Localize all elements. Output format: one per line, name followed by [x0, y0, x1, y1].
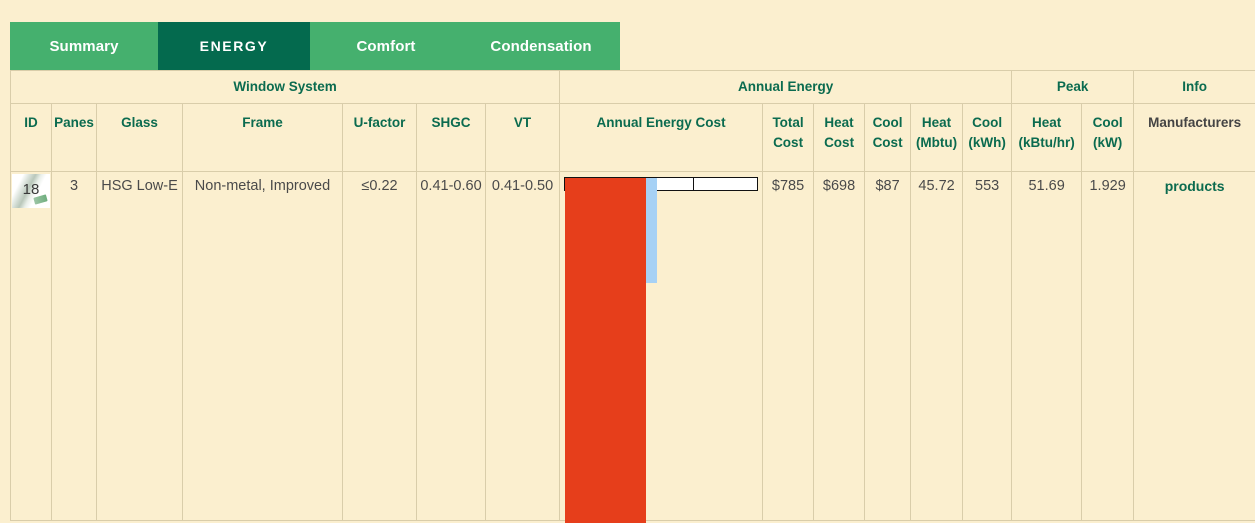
column-header-vt-label: VT [486, 113, 559, 133]
cell-heat-cost: $698 [814, 172, 865, 521]
cell-shgc-value: 0.41-0.60 [417, 172, 485, 194]
column-header-heat-cost-sub: Cost [814, 133, 864, 153]
column-header-glass[interactable]: Glass [97, 104, 183, 172]
window-profile-thumbnail-icon: 18 [12, 174, 50, 208]
cell-frame-value: Non-metal, Improved [183, 172, 342, 194]
tab-condensation[interactable]: Condensation [462, 22, 620, 70]
cell-u-factor: ≤0.22 [343, 172, 417, 521]
column-header-manufacturers[interactable]: Manufacturers [1134, 104, 1255, 172]
column-header-peak-heat[interactable]: Heat (kBtu/hr) [1012, 104, 1082, 172]
column-header-peak-cool-label: Cool [1082, 113, 1133, 133]
column-header-id[interactable]: ID [11, 104, 52, 172]
window-id-number: 18 [12, 181, 50, 198]
group-header-info: Info [1134, 71, 1255, 104]
column-header-total-cost-label: Total [763, 113, 813, 133]
cell-glass-value: HSG Low-E [97, 172, 182, 194]
group-header-row: Window System Annual Energy Peak Info [11, 71, 1255, 104]
tab-summary-label: Summary [49, 38, 118, 55]
cell-glass: HSG Low-E [97, 172, 183, 521]
cell-total-cost: $785 [763, 172, 814, 521]
bar-segment-cool-cost [646, 178, 657, 283]
column-header-row: ID Panes Glass Frame U-factor SHGC VT An… [11, 104, 1255, 172]
column-header-panes[interactable]: Panes [52, 104, 97, 172]
cell-heat-mbtu: 45.72 [911, 172, 963, 521]
column-header-cool-kwh-sub: (kWh) [963, 133, 1011, 153]
group-header-annual-energy: Annual Energy [560, 71, 1012, 104]
column-header-cool-kwh-label: Cool [963, 113, 1011, 133]
cell-cool-cost: $87 [865, 172, 911, 521]
group-header-window-system: Window System [11, 71, 560, 104]
column-header-cool-kwh[interactable]: Cool (kWh) [963, 104, 1012, 172]
cell-peak-cool-value: 1.929 [1082, 172, 1133, 194]
column-header-total-cost-sub: Cost [763, 133, 813, 153]
cell-frame: Non-metal, Improved [183, 172, 343, 521]
column-header-vt[interactable]: VT [486, 104, 560, 172]
column-header-heat-cost[interactable]: Heat Cost [814, 104, 865, 172]
cell-shgc: 0.41-0.60 [417, 172, 486, 521]
cell-heat-cost-value: $698 [814, 172, 864, 194]
cell-peak-heat: 51.69 [1012, 172, 1082, 521]
tab-bar: Summary ENERGY Comfort Condensation [10, 22, 620, 70]
column-header-peak-heat-label: Heat [1012, 113, 1081, 133]
manufacturers-products-link[interactable]: products [1165, 178, 1225, 194]
cell-vt-value: 0.41-0.50 [486, 172, 559, 194]
column-header-heat-cost-label: Heat [814, 113, 864, 133]
table-row[interactable]: 18 3 HSG Low-E Non-metal, Improved ≤0.22… [11, 172, 1255, 521]
bar-segment-heat-cost [565, 178, 646, 523]
cell-panes: 3 [52, 172, 97, 521]
column-header-cool-cost-label: Cool [865, 113, 910, 133]
column-header-u-factor[interactable]: U-factor [343, 104, 417, 172]
cell-total-cost-value: $785 [763, 172, 813, 194]
column-header-u-factor-label: U-factor [343, 113, 416, 133]
column-header-cool-cost-sub: Cost [865, 133, 910, 153]
cell-annual-energy-cost-chart [560, 172, 763, 521]
cell-vt: 0.41-0.50 [486, 172, 560, 521]
column-header-total-cost[interactable]: Total Cost [763, 104, 814, 172]
column-header-cool-cost[interactable]: Cool Cost [865, 104, 911, 172]
group-header-peak: Peak [1012, 71, 1134, 104]
column-header-annual-energy-cost[interactable]: Annual Energy Cost [560, 104, 763, 172]
column-header-frame-label: Frame [183, 113, 342, 133]
energy-results-table: Window System Annual Energy Peak Info ID… [10, 70, 1255, 521]
tab-energy[interactable]: ENERGY [158, 22, 310, 70]
tab-energy-label: ENERGY [200, 38, 269, 54]
cell-id[interactable]: 18 [11, 172, 52, 521]
column-header-panes-label: Panes [52, 113, 96, 133]
column-header-heat-mbtu-sub: (Mbtu) [911, 133, 962, 153]
column-header-frame[interactable]: Frame [183, 104, 343, 172]
column-header-heat-mbtu[interactable]: Heat (Mbtu) [911, 104, 963, 172]
cell-peak-heat-value: 51.69 [1012, 172, 1081, 194]
column-header-heat-mbtu-label: Heat [911, 113, 962, 133]
tab-comfort-label: Comfort [356, 38, 415, 55]
cell-manufacturers[interactable]: products [1134, 172, 1255, 521]
column-header-peak-heat-sub: (kBtu/hr) [1012, 133, 1081, 153]
column-header-shgc[interactable]: SHGC [417, 104, 486, 172]
column-header-annual-energy-cost-label: Annual Energy Cost [560, 113, 762, 133]
column-header-peak-cool-sub: (kW) [1082, 133, 1133, 153]
cell-cool-kwh-value: 553 [963, 172, 1011, 194]
column-header-glass-label: Glass [97, 113, 182, 133]
cell-u-factor-value: ≤0.22 [343, 172, 416, 194]
cell-cool-kwh: 553 [963, 172, 1012, 521]
cell-peak-cool: 1.929 [1082, 172, 1134, 521]
tab-summary[interactable]: Summary [10, 22, 158, 70]
column-header-peak-cool[interactable]: Cool (kW) [1082, 104, 1134, 172]
tab-condensation-label: Condensation [490, 38, 591, 55]
cell-cool-cost-value: $87 [865, 172, 910, 194]
tab-comfort[interactable]: Comfort [310, 22, 462, 70]
cell-panes-value: 3 [52, 172, 96, 194]
column-header-id-label: ID [11, 113, 51, 133]
column-header-shgc-label: SHGC [417, 113, 485, 133]
column-header-manufacturers-label: Manufacturers [1134, 113, 1255, 133]
bar-slot-3 [694, 178, 757, 190]
cell-heat-mbtu-value: 45.72 [911, 172, 962, 194]
energy-cost-stacked-bar [565, 178, 657, 523]
